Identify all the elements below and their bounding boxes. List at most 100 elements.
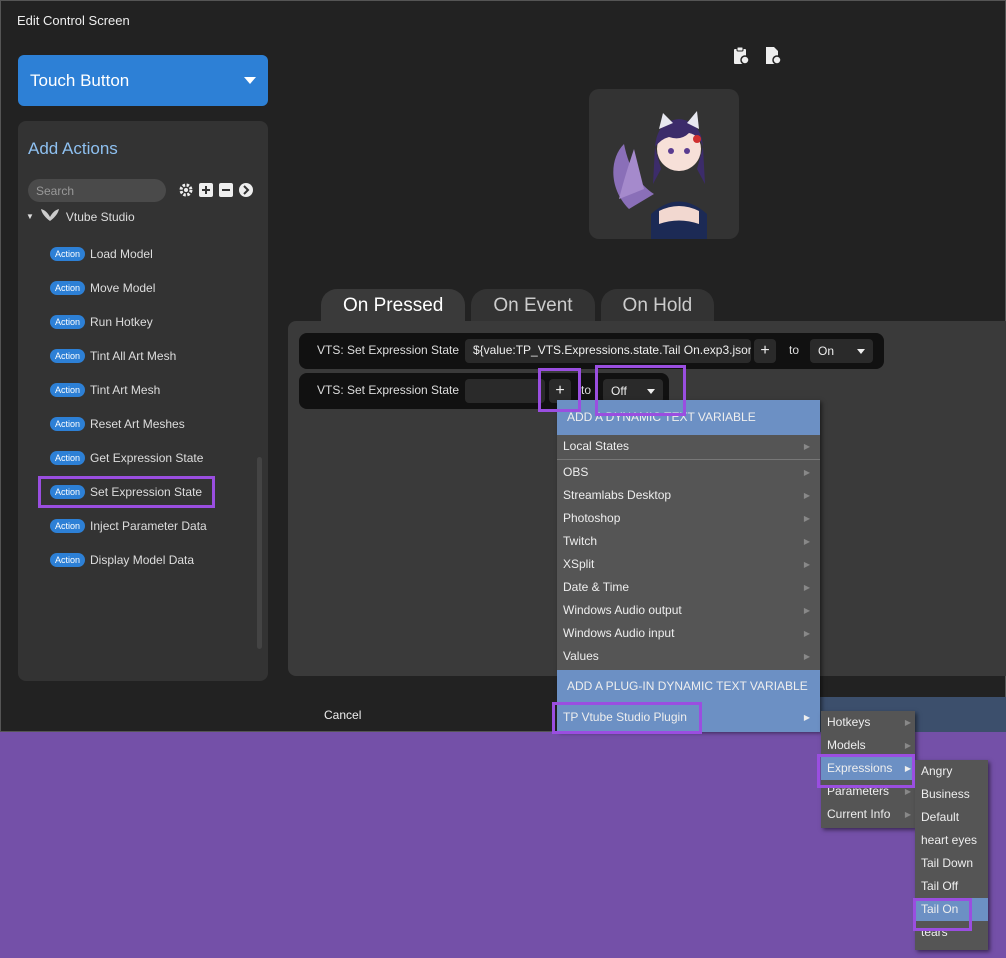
menu-item-label: Local States [563, 439, 630, 453]
file-camera-icon[interactable] [763, 46, 783, 66]
action-label: Tint Art Mesh [90, 383, 161, 397]
menu-item-audio-output[interactable]: Windows Audio output ▶ [557, 599, 820, 622]
menu-item-photoshop[interactable]: Photoshop ▶ [557, 507, 820, 530]
tree-group-label: Vtube Studio [65, 209, 135, 224]
submenu-arrow-icon: ▶ [803, 629, 810, 638]
add-variable-button[interactable]: + [754, 339, 776, 363]
submenu-arrow-icon: ▶ [904, 810, 911, 819]
submenu-item-current-info[interactable]: Current Info ▶ [821, 803, 915, 826]
action-badge: Action [50, 247, 86, 261]
actions-scrollbar[interactable] [257, 457, 262, 649]
action-label: Inject Parameter Data [90, 519, 207, 533]
action-badge: Action [50, 383, 86, 397]
expression-item-tail-off[interactable]: Tail Off [915, 875, 988, 898]
submenu-item-models[interactable]: Models ▶ [821, 734, 915, 757]
action-badge: Action [50, 349, 86, 363]
plugin-submenu: Hotkeys ▶ Models ▶ Expressions ▶ Parameters… [821, 711, 915, 828]
action-badge: Action [50, 451, 86, 465]
action-badge: Action [50, 281, 86, 295]
menu-item-label: Values [563, 649, 599, 663]
menu-item-date-time[interactable]: Date & Time ▶ [557, 576, 820, 599]
tab-on-hold[interactable]: On Hold [600, 289, 715, 322]
action-item-get-expression-state[interactable]: Action Get Expression State [50, 447, 203, 469]
action-row[interactable]: VTS: Set Expression State ${value:TP_VTS… [299, 333, 884, 369]
row-value-field[interactable] [465, 379, 545, 403]
event-tabs: On Pressed On Event On Hold [321, 289, 715, 322]
cancel-button[interactable]: Cancel [324, 708, 361, 722]
expression-item-default[interactable]: Default [915, 806, 988, 829]
action-item-move-model[interactable]: Action Move Model [50, 277, 155, 299]
action-item-set-expression-state[interactable]: Action Set Expression State [50, 481, 202, 503]
action-badge: Action [50, 417, 86, 431]
menu-item-label: Streamlabs Desktop [563, 488, 672, 502]
action-badge: Action [50, 485, 86, 499]
arrow-right-circle-icon[interactable] [238, 182, 254, 198]
expression-item-tears[interactable]: tears [915, 921, 988, 944]
edit-control-window: Edit Control Screen Touch Button Add Act… [0, 0, 1006, 732]
action-item-display-model-data[interactable]: Action Display Model Data [50, 549, 194, 571]
vtube-studio-logo-icon [40, 208, 60, 225]
action-item-reset-art-meshes[interactable]: Action Reset Art Meshes [50, 413, 185, 435]
menu-item-twitch[interactable]: Twitch ▶ [557, 530, 820, 553]
chevron-down-icon [647, 389, 655, 394]
menu-item-label: Date & Time [563, 580, 630, 594]
menu-item-local-states[interactable]: Local States ▶ [557, 435, 820, 458]
control-type-dropdown[interactable]: Touch Button [18, 55, 268, 106]
action-label: Tint All Art Mesh [90, 349, 177, 363]
action-label: Run Hotkey [90, 315, 153, 329]
menu-item-label: Hotkeys [827, 715, 871, 729]
menu-divider [557, 459, 820, 460]
menu-item-label: Current Info [827, 807, 891, 821]
menu-item-obs[interactable]: OBS ▶ [557, 461, 820, 484]
chevron-down-icon [857, 349, 865, 354]
submenu-arrow-icon: ▶ [904, 718, 911, 727]
action-label: Display Model Data [90, 553, 195, 567]
clipboard-camera-icon[interactable] [731, 46, 751, 66]
menu-item-tp-vtube-studio-plugin[interactable]: TP Vtube Studio Plugin ▶ [557, 703, 820, 732]
expression-item-tail-on[interactable]: Tail On [915, 898, 988, 921]
tab-on-event[interactable]: On Event [471, 289, 595, 322]
collapse-all-icon[interactable] [218, 182, 234, 198]
action-item-tint-art-mesh[interactable]: Action Tint Art Mesh [50, 379, 160, 401]
expression-item-angry[interactable]: Angry [915, 760, 988, 783]
menu-item-audio-input[interactable]: Windows Audio input ▶ [557, 622, 820, 645]
action-item-load-model[interactable]: Action Load Model [50, 243, 153, 265]
expressions-submenu: Angry Business Default heart eyes Tail D… [915, 760, 988, 950]
submenu-item-expressions[interactable]: Expressions ▶ [821, 757, 915, 780]
control-type-label: Touch Button [30, 70, 130, 90]
submenu-arrow-icon: ▶ [803, 713, 810, 722]
triangle-down-icon: ▼ [26, 212, 34, 221]
tab-on-pressed[interactable]: On Pressed [321, 289, 466, 322]
menu-item-label: Windows Audio output [563, 603, 682, 617]
menu-item-values[interactable]: Values ▶ [557, 645, 820, 668]
button-preview-image [589, 89, 739, 239]
row-state-select[interactable]: On [810, 339, 873, 363]
gear-icon[interactable] [178, 182, 194, 198]
menu-item-label: OBS [563, 465, 589, 479]
menu-header: ADD A DYNAMIC TEXT VARIABLE [557, 400, 820, 435]
submenu-arrow-icon: ▶ [803, 514, 810, 523]
menu-item-label: XSplit [563, 557, 595, 571]
row-state-value: Off [611, 384, 627, 398]
expand-all-icon[interactable] [198, 182, 214, 198]
actions-title: Add Actions [28, 139, 118, 158]
expression-item-business[interactable]: Business [915, 783, 988, 806]
row-value-field[interactable]: ${value:TP_VTS.Expressions.state.Tail On… [465, 339, 751, 363]
menu-item-xsplit[interactable]: XSplit ▶ [557, 553, 820, 576]
action-badge: Action [50, 553, 86, 567]
action-item-run-hotkey[interactable]: Action Run Hotkey [50, 311, 153, 333]
submenu-item-hotkeys[interactable]: Hotkeys ▶ [821, 711, 915, 734]
expression-item-heart-eyes[interactable]: heart eyes [915, 829, 988, 852]
submenu-arrow-icon: ▶ [803, 491, 810, 500]
search-input[interactable] [28, 179, 166, 202]
row-action-label: VTS: Set Expression State [317, 383, 460, 397]
submenu-arrow-icon: ▶ [803, 560, 810, 569]
row-to-label: to [789, 343, 800, 357]
action-item-tint-all-art-mesh[interactable]: Action Tint All Art Mesh [50, 345, 176, 367]
expression-item-tail-down[interactable]: Tail Down [915, 852, 988, 875]
tree-group-vtube-studio[interactable]: ▼ Vtube Studio [26, 208, 135, 225]
submenu-item-parameters[interactable]: Parameters ▶ [821, 780, 915, 803]
action-badge: Action [50, 315, 86, 329]
menu-item-streamlabs[interactable]: Streamlabs Desktop ▶ [557, 484, 820, 507]
action-item-inject-parameter-data[interactable]: Action Inject Parameter Data [50, 515, 207, 537]
